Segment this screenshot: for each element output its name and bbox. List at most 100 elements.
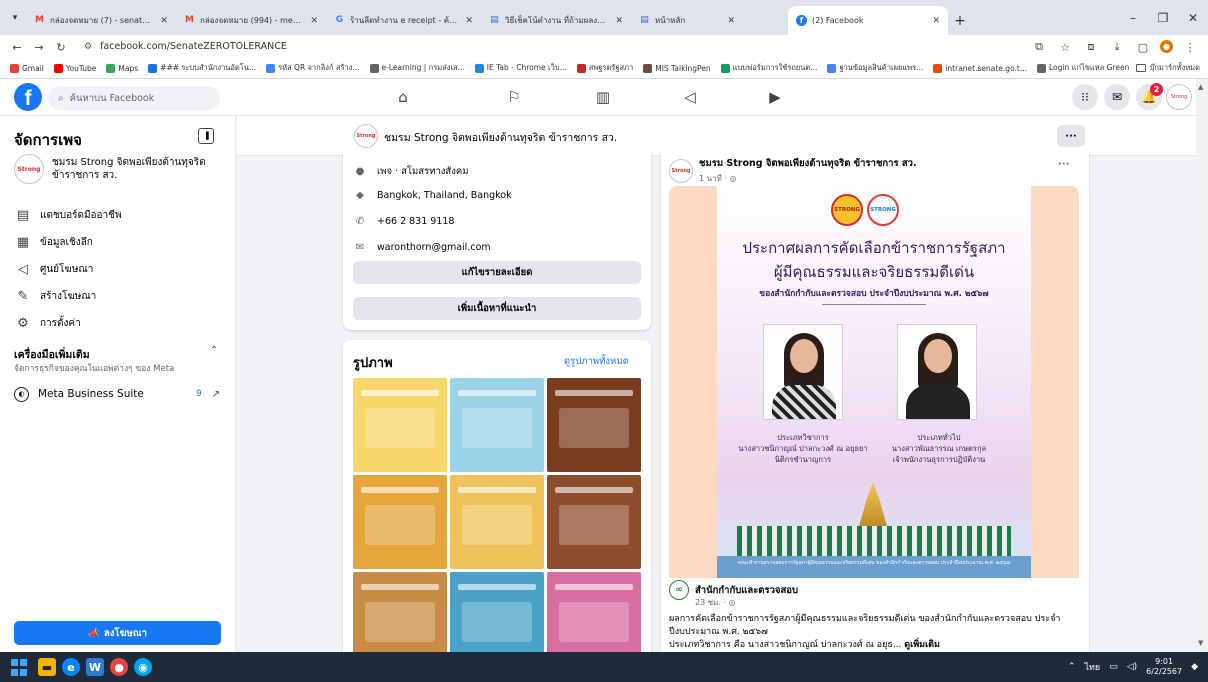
chrome-icon[interactable]: ● — [110, 658, 128, 676]
close-window-button[interactable]: ✕ — [1178, 0, 1208, 35]
chrome-menu-icon[interactable]: ⋮ — [1181, 38, 1199, 56]
close-tab-icon[interactable]: ✕ — [615, 16, 623, 26]
messenger-icon[interactable]: ✉ — [1104, 84, 1130, 110]
email-text[interactable]: waronthorn@gmail.com — [377, 242, 491, 253]
reload-button[interactable]: ↻ — [52, 38, 70, 56]
photo-thumbnail[interactable] — [547, 378, 641, 472]
install-app-icon[interactable]: ⧉ — [1030, 38, 1048, 56]
restore-button[interactable]: ❐ — [1148, 0, 1178, 35]
account-avatar[interactable]: Strong — [1166, 84, 1192, 110]
profile-avatar[interactable]: ● — [1160, 40, 1173, 53]
bookmark-item[interactable]: แบบฟอร์มการใช้รถยนต... — [720, 62, 817, 74]
browser-tab[interactable]: ▤ วิธีเช็คโน้ตำงาน ที่ถ้ามผลงานผู้เรียน ✕ — [481, 6, 631, 35]
minimize-button[interactable]: – — [1118, 0, 1148, 35]
photo-thumbnail[interactable] — [353, 378, 447, 472]
sidebar-item[interactable]: ▦ ข้อมูลเชิงลึก — [14, 229, 224, 256]
bookmark-item[interactable]: YouTube — [53, 63, 96, 73]
home-nav-icon[interactable]: ⌂ — [383, 85, 423, 109]
menu-grid-icon[interactable]: ⁝⁝ — [1072, 84, 1098, 110]
bookmark-item[interactable]: IE Tab - Chrome เว็บ... — [474, 62, 567, 74]
file-explorer-icon[interactable]: ▬ — [38, 658, 56, 676]
sidebar-item[interactable]: ▤ แดชบอร์ดมืออาชีพ — [14, 202, 224, 229]
network-icon[interactable]: ▭ — [1109, 662, 1118, 672]
bookmark-star-icon[interactable]: ☆ — [1056, 38, 1074, 56]
browser-tab[interactable]: f (2) Facebook ✕ — [788, 6, 948, 35]
add-featured-button[interactable]: เพิ่มเนื้อหาที่แนะนำ — [353, 297, 641, 320]
post-author[interactable]: ชมรม Strong จิตพอเพียงต้านทุจริต ข้าราชก… — [699, 156, 917, 171]
bookmark-item[interactable]: e-Learning | กรมส่งเส... — [369, 62, 465, 74]
browser-tab[interactable]: M กล่องจดหมาย (7) - senate9329@ ✕ — [26, 6, 176, 35]
edit-details-button[interactable]: แก้ไขรายละเอียด — [353, 261, 641, 284]
browser-tab[interactable]: ▤ หน้าหลัก ✕ — [631, 6, 743, 35]
page-header-name: ชมรม Strong จิตพอเพียงต้านทุจริต ข้าราชก… — [384, 132, 618, 144]
all-bookmarks-button[interactable]: บุ๊กมาร์กทั้งหมด — [1129, 62, 1200, 74]
post-author-avatar[interactable]: Strong — [669, 158, 693, 183]
photo-thumbnail[interactable] — [450, 572, 544, 660]
bookmark-item[interactable]: สพฐรตรัฐสภา — [576, 62, 633, 74]
sidebar-item[interactable]: ◁ ศูนย์โฆษณา — [14, 256, 224, 283]
edge-icon[interactable]: e — [62, 658, 80, 676]
bookmark-item[interactable]: Gmail — [10, 63, 44, 73]
new-tab-button[interactable]: + — [948, 6, 972, 35]
facebook-search-input[interactable]: ⌕ ค้นหาบน Facebook — [48, 86, 220, 110]
notification-center-icon[interactable]: ◆ — [1191, 662, 1198, 672]
photo-thumbnail[interactable] — [547, 572, 641, 660]
bookmark-item[interactable]: ฐานข้อมูลสินค้าเผยแพร... — [827, 62, 923, 74]
photo-thumbnail[interactable] — [547, 475, 641, 569]
word-icon[interactable]: W — [86, 658, 104, 676]
windows-start-icon[interactable] — [10, 658, 28, 676]
bookmark-item[interactable]: รหัส QR จากลิงก์ สร้าง... — [266, 62, 360, 74]
sidebar-collapse-icon[interactable]: ▐ — [198, 128, 214, 144]
sidepanel-icon[interactable]: ▢ — [1134, 38, 1152, 56]
post-more-button[interactable]: ··· — [1058, 159, 1069, 170]
ads-nav-icon[interactable]: ◁ — [670, 85, 710, 109]
chevron-up-icon[interactable]: ⌃ — [1068, 662, 1076, 672]
back-button[interactable]: ← — [8, 38, 26, 56]
see-more-link[interactable]: ดูเพิ่มเติม — [904, 640, 940, 650]
language-indicator[interactable]: ไทย — [1084, 660, 1100, 674]
browser-tab[interactable]: G ร้านลีดทำงาน e receipt - ค้นหาด้วย ✕ — [326, 6, 481, 35]
close-tab-icon[interactable]: ✕ — [465, 16, 473, 26]
shared-author-avatar[interactable]: ∞ — [669, 580, 689, 600]
close-tab-icon[interactable]: ✕ — [727, 16, 735, 26]
download-icon[interactable]: ⤓ — [1108, 38, 1126, 56]
sidebar-page-switcher[interactable]: Strong ชมรม Strong จิตพอเพียงต้านทุจริต … — [14, 154, 212, 184]
post-image[interactable]: STRONG STRONG ประกาศผลการคัดเลือกข้าราชก… — [669, 186, 1079, 578]
photo-thumbnail[interactable] — [450, 378, 544, 472]
page-more-button[interactable]: ··· — [1057, 125, 1085, 147]
photo-thumbnail[interactable] — [353, 475, 447, 569]
close-tab-icon[interactable]: ✕ — [310, 16, 318, 26]
bookmark-item[interactable]: intranet.senate.go.t... — [933, 63, 1027, 73]
bookmark-item[interactable]: MIS TalkingPen — [643, 63, 711, 73]
volume-icon[interactable]: ◁) — [1127, 662, 1137, 672]
meta-business-suite-link[interactable]: ◐ Meta Business Suite 9 ↗ — [14, 384, 224, 404]
advertise-button[interactable]: 📣 ลงโฆษณา — [14, 621, 221, 645]
bookmark-item[interactable]: Maps — [106, 63, 138, 73]
browser-tab[interactable]: M กล่องจดหมาย (994) - mew.tim.tn ✕ — [176, 6, 326, 35]
close-tab-icon[interactable]: ✕ — [160, 16, 168, 26]
video-nav-icon[interactable]: ▶ — [755, 85, 795, 109]
bookmark-item[interactable]: Login แก่ไขแหล Green — [1037, 62, 1129, 74]
taskbar-clock[interactable]: 9:01 6/2/2567 — [1146, 657, 1182, 677]
tab-search-button[interactable]: ▾ — [6, 9, 24, 27]
site-info-icon[interactable]: ⚙ — [84, 42, 92, 52]
see-all-photos-link[interactable]: ดูรูปภาพทั้งหมด — [564, 354, 629, 369]
forward-button[interactable]: → — [30, 38, 48, 56]
bookmark-item[interactable]: ### ระบบสำนักงานอัตโน... — [148, 62, 256, 74]
insights-nav-icon[interactable]: ▥ — [583, 85, 623, 109]
close-tab-icon[interactable]: ✕ — [932, 16, 940, 26]
sidebar-item[interactable]: ⚙ การตั้งค่า — [14, 310, 224, 337]
sidebar-item[interactable]: ✎ สร้างโฆษณา — [14, 283, 224, 310]
pages-nav-icon[interactable]: ⚐ — [494, 85, 534, 109]
chevron-up-icon[interactable]: ⌃ — [210, 345, 218, 356]
url-field[interactable]: ⚙ facebook.com/SenateZEROTOLERANCE — [78, 37, 1028, 56]
page-scrollbar[interactable]: ▲ ▼ — [1196, 79, 1208, 652]
scroll-up-icon[interactable]: ▲ — [1198, 83, 1203, 91]
photo-thumbnail[interactable] — [450, 475, 544, 569]
scroll-down-icon[interactable]: ▼ — [1198, 639, 1203, 647]
app-icon[interactable]: ◉ — [134, 658, 152, 676]
page-header-avatar[interactable]: Strong — [354, 124, 378, 148]
facebook-logo-icon[interactable]: f — [14, 83, 42, 111]
extensions-icon[interactable]: ⧈ — [1082, 38, 1100, 56]
photo-thumbnail[interactable] — [353, 572, 447, 660]
